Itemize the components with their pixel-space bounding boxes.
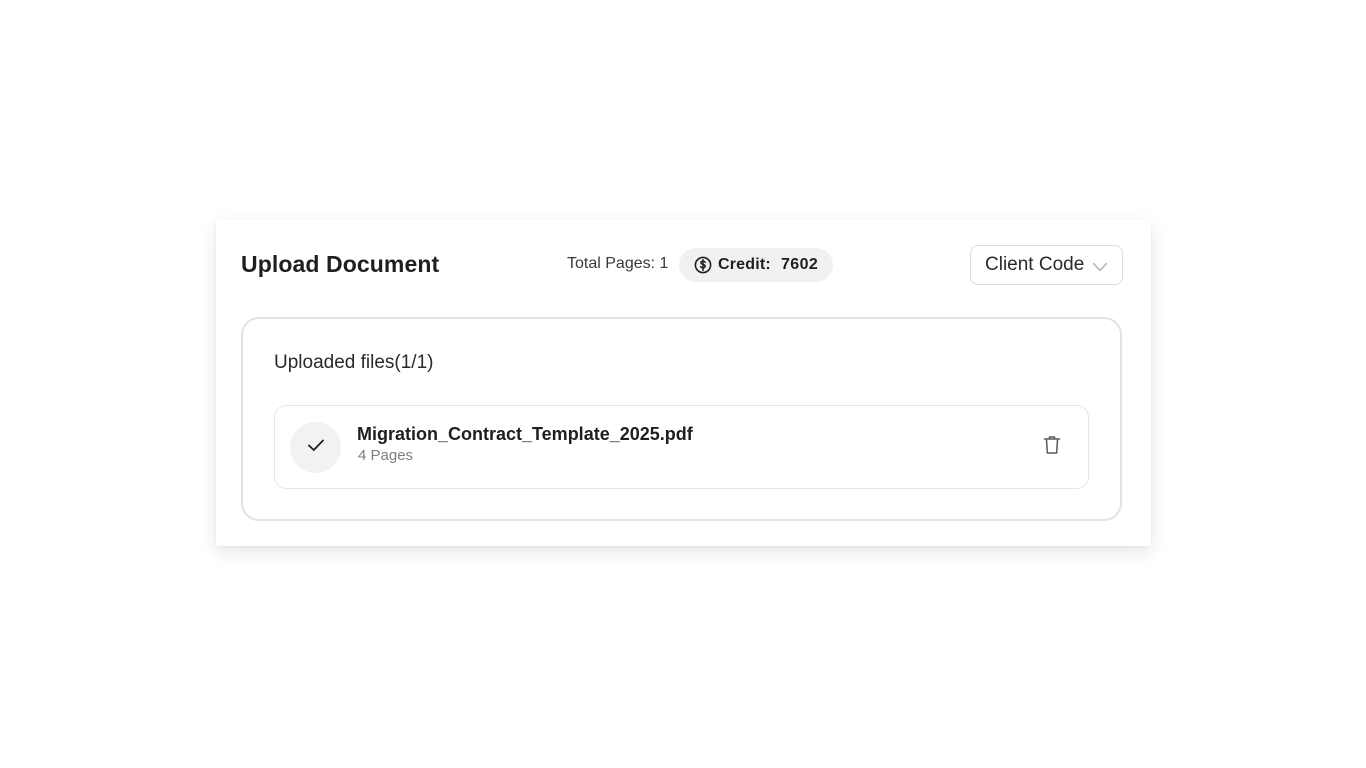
client-code-placeholder: Client Code [985, 254, 1085, 275]
total-pages-label: Total Pages: 1 [567, 255, 669, 272]
credit-label: Credit: [718, 256, 771, 273]
credit-badge: Credit: 7602 [679, 248, 834, 282]
uploaded-files-heading: Uploaded files(1/1) [274, 352, 434, 373]
uploaded-files-panel: Uploaded files(1/1) Migration_Contract_T… [241, 317, 1122, 521]
trash-icon [1043, 435, 1061, 460]
upload-document-card: Upload Document Total Pages: 1 Credit: 7… [216, 220, 1151, 546]
client-code-select[interactable]: Client Code [970, 245, 1123, 285]
card-header: Upload Document Total Pages: 1 Credit: 7… [216, 220, 1151, 310]
page-title: Upload Document [241, 251, 440, 277]
dollar-circle-icon [694, 256, 712, 274]
delete-file-button[interactable] [1041, 435, 1063, 459]
chevron-down-icon [1092, 258, 1108, 272]
file-page-count: 4 Pages [358, 447, 414, 464]
file-name: Migration_Contract_Template_2025.pdf [357, 424, 693, 444]
upload-status [290, 422, 341, 473]
credit-value: 7602 [780, 256, 819, 273]
file-list-item: Migration_Contract_Template_2025.pdf 4 P… [274, 405, 1089, 489]
check-icon [307, 438, 325, 457]
